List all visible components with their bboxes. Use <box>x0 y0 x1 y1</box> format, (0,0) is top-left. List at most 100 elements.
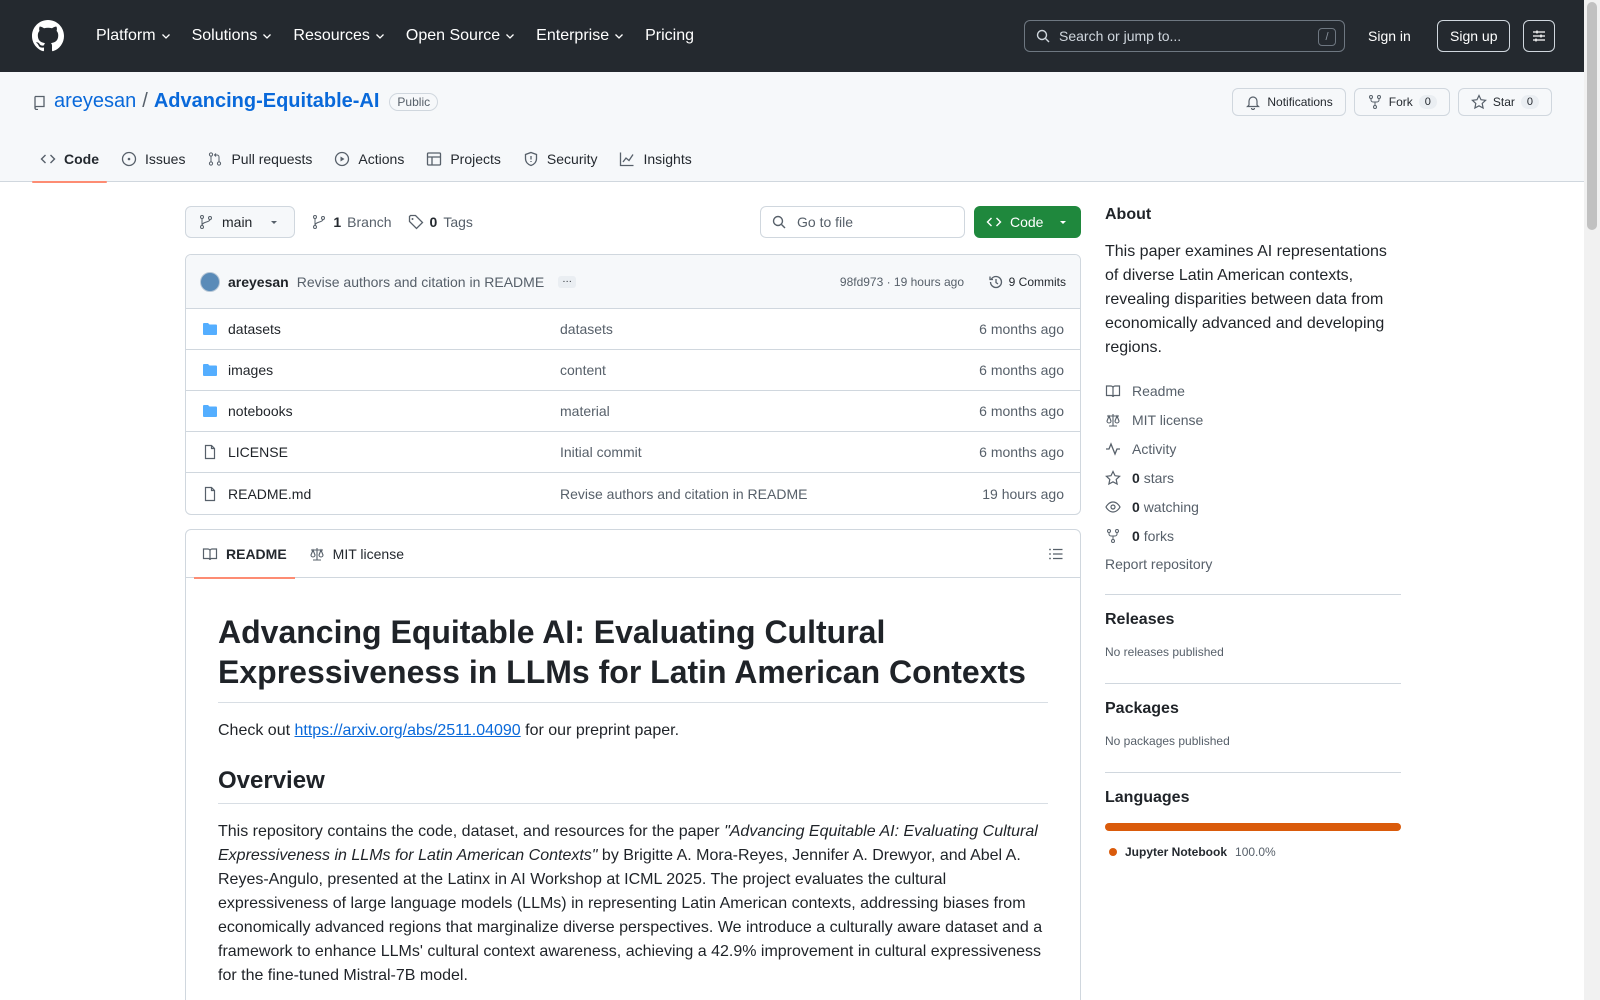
overview-suffix: by Brigitte A. Mora-Reyes, Jennifer A. D… <box>218 847 1043 984</box>
commits-link[interactable]: 9 Commits <box>988 274 1066 290</box>
repo-icon <box>34 95 45 110</box>
nav-resources[interactable]: Resources <box>285 21 393 51</box>
global-header: Platform Solutions Resources Open Source… <box>0 0 1584 72</box>
packages-heading[interactable]: Packages <box>1105 700 1401 718</box>
forks-text: 0 forks <box>1132 528 1174 544</box>
file-commit-message[interactable]: Revise authors and citation in README <box>560 486 807 502</box>
page-scrollbar[interactable] <box>1584 0 1600 1000</box>
repo-actions: Notifications Fork 0 Star 0 <box>1232 88 1552 116</box>
overview-paragraph: This repository contains the code, datas… <box>218 820 1048 988</box>
tag-icon <box>408 214 423 230</box>
table-row[interactable]: README.md Revise authors and citation in … <box>186 473 1080 514</box>
table-row[interactable]: notebooks material 6 months ago <box>186 391 1080 432</box>
license-link[interactable]: MIT license <box>1105 405 1401 434</box>
shield-icon <box>524 151 538 167</box>
folder-icon <box>202 362 218 378</box>
star-button[interactable]: Star 0 <box>1457 88 1552 116</box>
file-commit-message[interactable]: content <box>560 362 606 378</box>
nav-label: Solutions <box>191 27 258 44</box>
tab-pull-requests[interactable]: Pull requests <box>199 136 326 182</box>
tab-projects[interactable]: Projects <box>418 136 515 182</box>
tab-license[interactable]: MIT license <box>301 530 412 578</box>
file-name-link[interactable]: README.md <box>228 486 311 502</box>
go-to-file-placeholder: Go to file <box>797 214 854 230</box>
branch-selector[interactable]: main <box>185 206 296 238</box>
search-icon <box>1036 29 1050 43</box>
activity-link[interactable]: Activity <box>1105 434 1401 463</box>
file-commit-time: 6 months ago <box>979 321 1064 337</box>
sign-in-link[interactable]: Sign in <box>1360 24 1419 48</box>
chevron-down-icon <box>263 34 272 39</box>
file-name-link[interactable]: LICENSE <box>228 444 288 460</box>
file-name-link[interactable]: notebooks <box>228 403 293 419</box>
notifications-button[interactable]: Notifications <box>1232 88 1346 116</box>
tab-issues[interactable]: Issues <box>113 136 199 182</box>
tab-insights[interactable]: Insights <box>611 136 705 182</box>
history-icon <box>989 275 1002 288</box>
nav-platform[interactable]: Platform <box>88 21 180 51</box>
tab-readme[interactable]: README <box>194 530 295 579</box>
file-name-link[interactable]: images <box>228 362 273 378</box>
chevron-down-icon <box>161 34 170 39</box>
readme-title: Advancing Equitable AI: Evaluating Cultu… <box>218 612 1048 703</box>
commit-author[interactable]: areyesan <box>228 274 289 290</box>
fork-button[interactable]: Fork 0 <box>1353 88 1450 116</box>
branch-icon <box>200 215 212 229</box>
tab-code[interactable]: Code <box>32 136 113 183</box>
repo-owner-link[interactable]: areyesan <box>54 90 136 113</box>
forks-link[interactable]: 0 forks <box>1105 521 1401 550</box>
code-icon <box>986 217 1002 227</box>
table-row[interactable]: images content 6 months ago <box>186 350 1080 391</box>
sign-up-button[interactable]: Sign up <box>1437 20 1511 52</box>
nav-enterprise[interactable]: Enterprise <box>528 21 633 51</box>
file-name-link[interactable]: datasets <box>228 321 281 337</box>
language-item[interactable]: Jupyter Notebook 100.0% <box>1105 845 1401 859</box>
commit-expand-button[interactable]: … <box>558 274 577 288</box>
nav-pricing[interactable]: Pricing <box>637 21 702 51</box>
arxiv-link[interactable]: https://arxiv.org/abs/2511.04090 <box>294 722 520 739</box>
nav-solutions[interactable]: Solutions <box>184 21 282 51</box>
readme-link-label: Readme <box>1132 382 1185 399</box>
code-button[interactable]: Code <box>974 206 1081 238</box>
stars-link[interactable]: 0 stars <box>1105 463 1401 492</box>
file-commit-message[interactable]: Initial commit <box>560 444 642 460</box>
readme-link[interactable]: Readme <box>1105 376 1401 405</box>
menu-icon[interactable] <box>1523 20 1555 52</box>
github-logo-icon[interactable] <box>32 20 64 52</box>
file-commit-message[interactable]: material <box>560 403 610 419</box>
readme-body: Advancing Equitable AI: Evaluating Cultu… <box>186 578 1080 1000</box>
list-unordered-icon[interactable] <box>1048 546 1064 562</box>
tab-actions[interactable]: Actions <box>326 136 418 182</box>
tab-label: Security <box>546 151 598 167</box>
chevron-down-icon <box>375 34 384 39</box>
file-commit-message[interactable]: datasets <box>560 321 613 337</box>
table-row[interactable]: datasets datasets 6 months ago <box>186 309 1080 350</box>
releases-heading[interactable]: Releases <box>1105 611 1401 629</box>
global-search-input[interactable]: Search or jump to... / <box>1024 20 1345 52</box>
releases-empty-text: No releases published <box>1105 645 1224 659</box>
commit-sha-time[interactable]: 98fd973 · 19 hours ago <box>840 275 964 289</box>
branches-link[interactable]: 1 Branch <box>311 214 392 230</box>
language-color-dot <box>1109 848 1117 856</box>
file-commit-time: 6 months ago <box>979 444 1064 460</box>
table-row[interactable]: LICENSE Initial commit 6 months ago <box>186 432 1080 473</box>
watching-link[interactable]: 0 watching <box>1105 492 1401 521</box>
nav-label: Platform <box>96 27 156 44</box>
overview-prefix: This repository contains the code, datas… <box>218 823 725 840</box>
nav-label: Open Source <box>405 27 501 44</box>
repo-name-link[interactable]: Advancing-Equitable-AI <box>154 90 380 113</box>
scrollbar-thumb[interactable] <box>1587 2 1597 230</box>
graph-icon <box>620 152 635 167</box>
commit-message[interactable]: Revise authors and citation in README <box>297 274 544 290</box>
activity-link-label: Activity <box>1132 440 1177 457</box>
nav-label: Resources <box>293 27 370 44</box>
tags-link[interactable]: 0 Tags <box>408 214 473 230</box>
pulse-icon <box>1106 441 1120 456</box>
code-icon <box>40 154 56 164</box>
avatar[interactable] <box>200 271 220 292</box>
go-to-file-input[interactable]: Go to file <box>760 206 965 238</box>
nav-open-source[interactable]: Open Source <box>398 21 524 51</box>
tab-security[interactable]: Security <box>515 136 612 182</box>
report-repository-link[interactable]: Report repository <box>1105 550 1401 578</box>
branch-label: Branch <box>347 214 392 230</box>
